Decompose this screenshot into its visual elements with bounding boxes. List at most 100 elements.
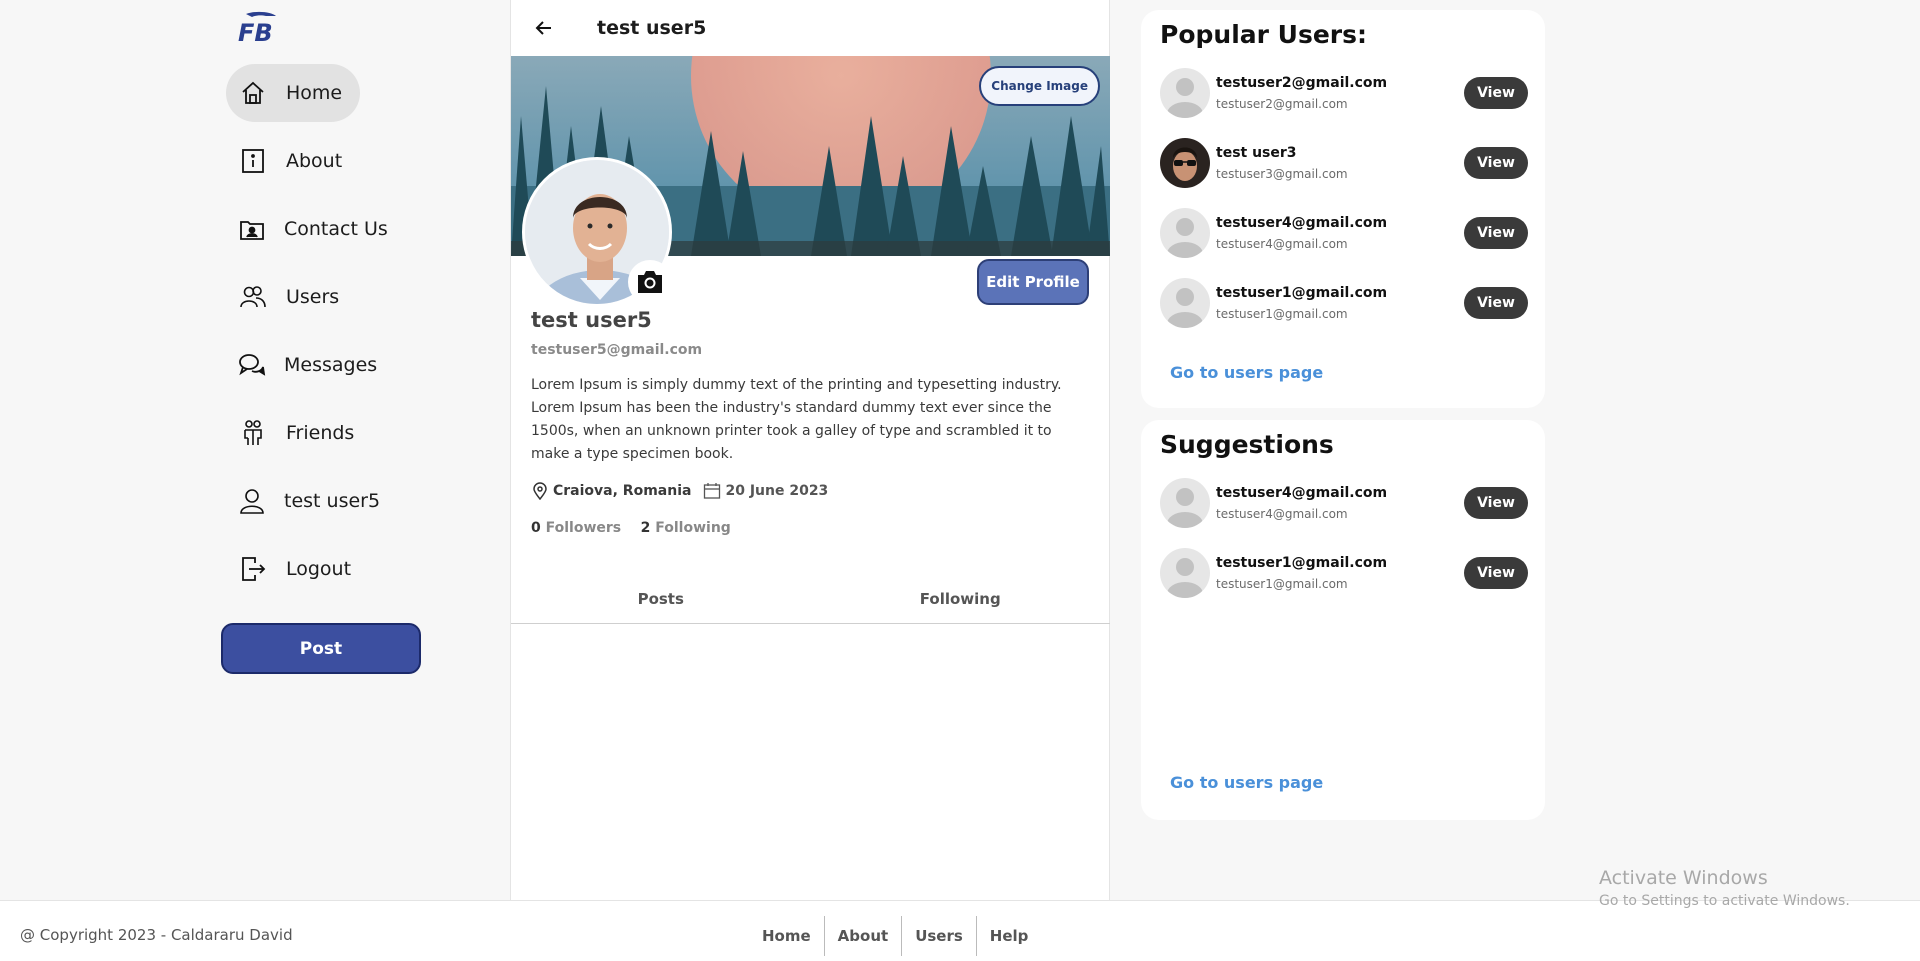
joined-text: 20 June 2023 <box>725 483 829 499</box>
avatar[interactable] <box>1160 478 1210 528</box>
list-item: testuser1@gmail.com testuser1@gmail.com V… <box>1160 278 1528 328</box>
logo-text: FB <box>238 19 273 46</box>
avatar[interactable] <box>1160 208 1210 258</box>
tab-posts[interactable]: Posts <box>511 574 811 623</box>
friends-icon <box>238 418 268 448</box>
site-logo[interactable]: FB <box>236 10 282 47</box>
profile-name: test user5 <box>531 308 652 332</box>
logout-icon <box>238 554 268 584</box>
sidebar-item-friends[interactable]: Friends <box>226 404 360 462</box>
default-avatar-icon <box>1160 478 1210 528</box>
followers-count: 0 <box>531 520 541 536</box>
avatar[interactable] <box>1160 68 1210 118</box>
sidebar-item-label: About <box>286 150 343 172</box>
view-user-button[interactable]: View <box>1464 557 1528 589</box>
profile-panel: test user5 Change Image Edit Profile tes… <box>510 0 1110 900</box>
view-user-button[interactable]: View <box>1464 147 1528 179</box>
sidebar-item-label: test user5 <box>284 490 381 512</box>
footer-link-users[interactable]: Users <box>902 916 977 956</box>
go-to-users-link[interactable]: Go to users page <box>1170 773 1323 792</box>
default-avatar-icon <box>1160 68 1210 118</box>
back-arrow-icon[interactable] <box>533 17 555 39</box>
footer: @ Copyright 2023 - Caldararu David Home … <box>0 900 1920 961</box>
logo-icon: FB <box>238 11 276 47</box>
avatar[interactable] <box>1160 138 1210 188</box>
sidebar-item-label: Friends <box>286 422 355 444</box>
contact-card-icon <box>238 214 266 244</box>
go-to-users-link[interactable]: Go to users page <box>1170 363 1323 382</box>
profile-header: test user5 <box>511 0 1109 56</box>
sidebar-item-home[interactable]: Home <box>226 64 360 122</box>
profile-email: testuser5@gmail.com <box>531 342 703 358</box>
following-link[interactable]: 2 Following <box>641 520 731 536</box>
footer-link-help[interactable]: Help <box>977 916 1042 956</box>
list-item: testuser2@gmail.com testuser2@gmail.com V… <box>1160 68 1528 118</box>
follow-counts: 0 Followers 2 Following <box>531 520 1091 536</box>
sidebar-item-logout[interactable]: Logout <box>226 540 360 598</box>
info-icon <box>238 146 268 176</box>
change-avatar-button[interactable] <box>628 260 672 304</box>
user-name[interactable]: test user3 <box>1216 145 1464 161</box>
profile-bio: Lorem Ipsum is simply dummy text of the … <box>531 377 1062 462</box>
sidebar-item-messages[interactable]: Messages <box>226 336 377 394</box>
user-email: testuser4@gmail.com <box>1216 237 1348 251</box>
post-button[interactable]: Post <box>221 623 421 674</box>
sidebar-nav: Home About Contact Us Users Messages Fri… <box>226 64 426 608</box>
following-count: 2 <box>640 520 651 536</box>
tab-following[interactable]: Following <box>811 574 1111 623</box>
copyright-text: @ Copyright 2023 - Caldararu David <box>20 926 293 944</box>
user-name[interactable]: testuser4@gmail.com <box>1216 485 1464 501</box>
list-item: testuser4@gmail.com testuser4@gmail.com V… <box>1160 208 1528 258</box>
popular-users-card: Popular Users: testuser2@gmail.com testus… <box>1141 10 1545 408</box>
sidebar-item-profile[interactable]: test user5 <box>226 472 380 530</box>
suggestions-title: Suggestions <box>1160 430 1334 459</box>
view-user-button[interactable]: View <box>1464 487 1528 519</box>
user-name[interactable]: testuser1@gmail.com <box>1216 555 1464 571</box>
edit-profile-button[interactable]: Edit Profile <box>977 259 1089 305</box>
user-name[interactable]: testuser4@gmail.com <box>1216 215 1464 231</box>
sidebar-item-about[interactable]: About <box>226 132 360 190</box>
list-item: testuser1@gmail.com testuser1@gmail.com V… <box>1160 548 1528 598</box>
followers-link[interactable]: 0 Followers <box>531 520 621 536</box>
change-image-button[interactable]: Change Image <box>979 66 1100 106</box>
sidebar-item-users[interactable]: Users <box>226 268 360 326</box>
watermark-title: Activate Windows <box>1599 867 1768 889</box>
popular-users-title: Popular Users: <box>1160 20 1368 49</box>
location-text: Craiova, Romania <box>553 483 692 499</box>
user-email: testuser1@gmail.com <box>1216 577 1348 591</box>
users-icon <box>238 282 268 312</box>
sidebar-item-contact[interactable]: Contact Us <box>226 200 388 258</box>
view-user-button[interactable]: View <box>1464 217 1528 249</box>
view-user-button[interactable]: View <box>1464 287 1528 319</box>
profile-meta: Craiova, Romania 20 June 2023 <box>531 482 1091 500</box>
profile-location: Craiova, Romania <box>531 482 691 500</box>
sidebar-item-label: Home <box>286 82 343 104</box>
user-email: testuser3@gmail.com <box>1216 167 1348 181</box>
page-title: test user5 <box>597 17 707 39</box>
activate-windows-watermark: Activate Windows Go to Settings to activ… <box>1599 867 1850 909</box>
followers-label: Followers <box>545 520 622 536</box>
user-name[interactable]: testuser1@gmail.com <box>1216 285 1464 301</box>
footer-link-about[interactable]: About <box>825 916 903 956</box>
list-item: testuser4@gmail.com testuser4@gmail.com V… <box>1160 478 1528 528</box>
user-name[interactable]: testuser2@gmail.com <box>1216 75 1464 91</box>
home-icon <box>238 78 268 108</box>
profile-info: test user5 testuser5@gmail.com Lorem Ips… <box>531 308 1091 536</box>
user-email: testuser2@gmail.com <box>1216 97 1348 111</box>
avatar[interactable] <box>1160 548 1210 598</box>
avatar-photo <box>1160 138 1210 188</box>
list-item: test user3 testuser3@gmail.com View <box>1160 138 1528 188</box>
user-email: testuser1@gmail.com <box>1216 307 1348 321</box>
view-user-button[interactable]: View <box>1464 77 1528 109</box>
following-label: Following <box>655 520 731 536</box>
avatar[interactable] <box>1160 278 1210 328</box>
default-avatar-icon <box>1160 278 1210 328</box>
footer-link-home[interactable]: Home <box>749 916 825 956</box>
sidebar-item-label: Messages <box>284 354 378 376</box>
chat-bubbles-icon <box>238 350 266 380</box>
sidebar-item-label: Users <box>286 286 340 308</box>
location-pin-icon <box>533 482 547 500</box>
profile-joined-date: 20 June 2023 <box>703 482 828 500</box>
watermark-subtitle: Go to Settings to activate Windows. <box>1599 893 1850 909</box>
sidebar-item-label: Contact Us <box>284 218 388 240</box>
